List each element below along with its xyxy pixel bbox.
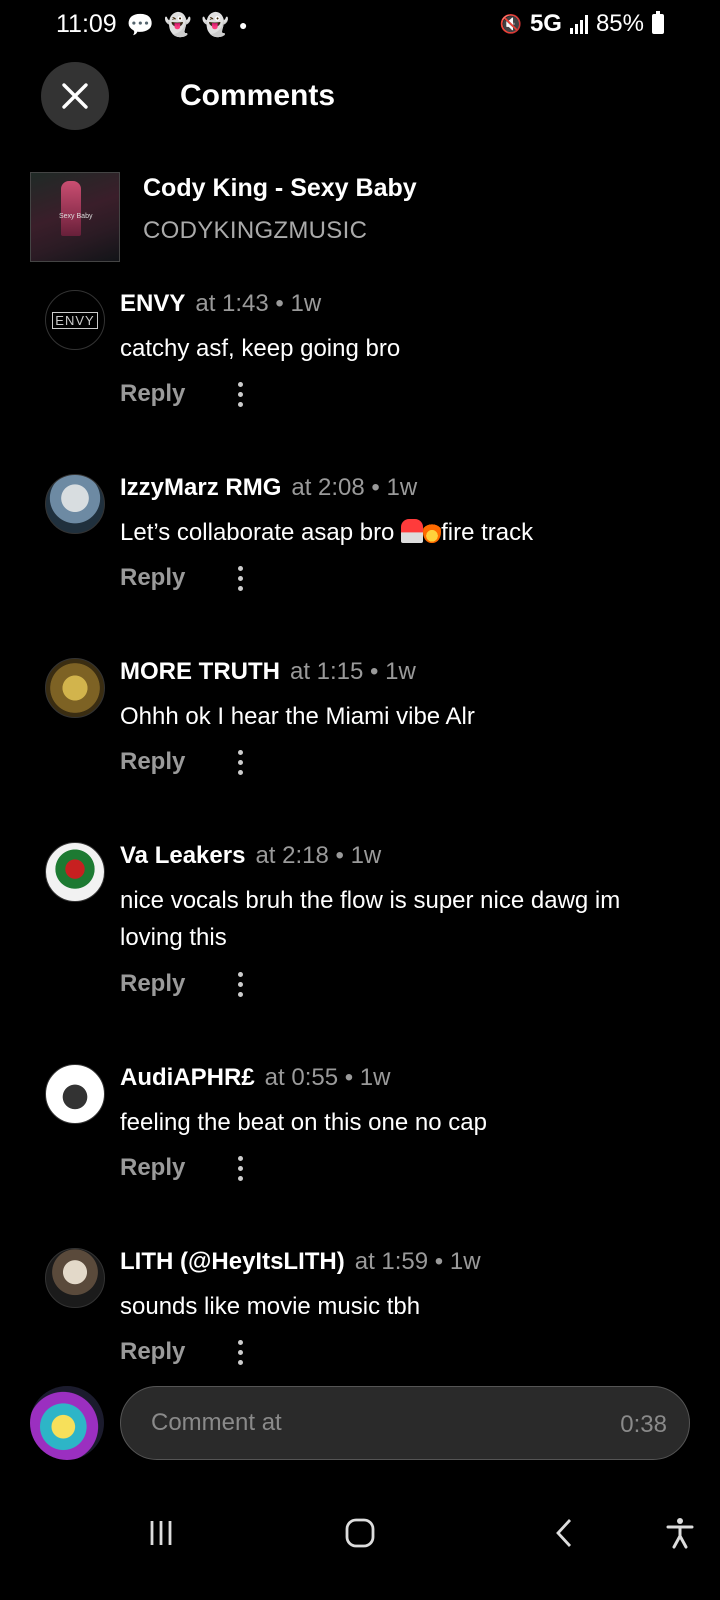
status-bar: 11:09 💬 👻 👻 ● 🔇 5G 85%	[0, 0, 720, 52]
comment-username[interactable]: IzzyMarz RMG	[120, 474, 281, 501]
comment-meta: at 1:43 • 1w	[195, 290, 322, 317]
comment-meta: at 1:59 • 1w	[354, 1248, 481, 1275]
comment-header: IzzyMarz RMG at 2:08 • 1w	[120, 474, 417, 502]
comment-header: ENVY at 1:43 • 1w	[120, 290, 321, 318]
message-icon: 💬	[126, 11, 155, 37]
more-options-icon[interactable]	[225, 742, 255, 782]
navigation-bar	[0, 1496, 720, 1566]
comment-item: ENVY ENVY at 1:43 • 1w catchy asf, keep g…	[0, 290, 720, 474]
comment-item: AudiAPHR£ at 0:55 • 1w feeling the beat o…	[0, 1064, 720, 1248]
comment-actions: Reply	[120, 374, 255, 414]
comment-composer: Comment at 0:38	[0, 1386, 720, 1476]
more-options-icon[interactable]	[225, 1148, 255, 1188]
more-options-icon[interactable]	[225, 558, 255, 598]
comment-text: feeling the beat on this one no cap	[120, 1109, 487, 1136]
artwork-figure	[61, 181, 81, 236]
avatar[interactable]	[45, 658, 105, 718]
fire-emoji-icon	[423, 519, 442, 543]
recents-icon	[150, 1521, 172, 1545]
comment-username[interactable]: AudiAPHR£	[120, 1064, 255, 1091]
avatar[interactable]	[45, 1064, 105, 1124]
page-title: Comments	[180, 79, 336, 112]
comment-header: MORE TRUTH at 1:15 • 1w	[120, 658, 416, 686]
mute-icon: 🔇	[499, 14, 522, 34]
home-button[interactable]	[335, 1508, 385, 1558]
comment-username[interactable]: MORE TRUTH	[120, 658, 280, 685]
more-options-icon[interactable]	[225, 1332, 255, 1372]
avatar[interactable]	[30, 1386, 104, 1460]
reply-button[interactable]: Reply	[120, 748, 185, 776]
reply-button[interactable]: Reply	[120, 1154, 185, 1182]
comment-meta: at 1:15 • 1w	[289, 658, 416, 685]
status-left: 11:09 💬 👻 👻 ●	[56, 10, 247, 39]
comments-list[interactable]: ENVY ENVY at 1:43 • 1w catchy asf, keep g…	[0, 290, 720, 1376]
snapchat-icon: 👻	[201, 11, 229, 37]
track-artist[interactable]: CODYKINGZMUSIC	[143, 217, 367, 245]
comment-text: Ohhh ok I hear the Miami vibe Alr	[120, 703, 475, 730]
comment-username[interactable]: Va Leakers	[120, 842, 245, 869]
comment-actions: Reply	[120, 964, 255, 1004]
comment-text-start: Let’s collaborate asap bro	[120, 519, 402, 546]
comment-item: MORE TRUTH at 1:15 • 1w Ohhh ok I hear th…	[0, 658, 720, 842]
close-button[interactable]	[41, 62, 109, 130]
reply-button[interactable]: Reply	[120, 1338, 185, 1366]
comment-header: Va Leakers at 2:18 • 1w	[120, 842, 381, 870]
accessibility-button[interactable]	[655, 1508, 705, 1558]
comment-actions: Reply	[120, 558, 255, 598]
comment-item: Va Leakers at 2:18 • 1w nice vocals bruh …	[0, 842, 720, 1064]
comment-timestamp: 0:38	[620, 1411, 667, 1438]
more-options-icon[interactable]	[225, 374, 255, 414]
comment-text: sounds like movie music tbh	[120, 1293, 421, 1320]
artwork-text: Sexy Baby	[59, 213, 93, 220]
avatar[interactable]	[45, 1248, 105, 1308]
comment-header: LITH (@HeyItsLITH) at 1:59 • 1w	[120, 1248, 481, 1276]
comment-text: Let’s collaborate asap bro fire track	[120, 514, 680, 551]
comment-actions: Reply	[120, 742, 255, 782]
comment-item: LITH (@HeyItsLITH) at 1:59 • 1w sounds li…	[0, 1248, 720, 1376]
track-artwork: Sexy Baby	[30, 172, 120, 262]
status-right: 🔇 5G 85%	[500, 10, 664, 38]
comment-text: catchy asf, keep going bro	[120, 335, 401, 362]
comment-placeholder: Comment at	[151, 1409, 282, 1436]
track-info[interactable]: Sexy Baby Cody King - Sexy Baby CODYKING…	[30, 172, 690, 264]
reply-button[interactable]: Reply	[120, 970, 185, 998]
comment-text: nice vocals bruh the flow is super nice …	[120, 887, 621, 951]
back-icon	[556, 1519, 572, 1547]
comment-username[interactable]: LITH (@HeyItsLITH)	[120, 1248, 345, 1275]
reply-button[interactable]: Reply	[120, 380, 185, 408]
comment-input[interactable]: Comment at 0:38	[120, 1386, 690, 1460]
comment-meta: at 0:55 • 1w	[264, 1064, 391, 1091]
dot-icon: ●	[238, 16, 248, 33]
comment-actions: Reply	[120, 1148, 255, 1188]
track-title: Cody King - Sexy Baby	[143, 174, 417, 202]
battery-percent: 85%	[595, 10, 644, 37]
avatar[interactable]	[45, 842, 105, 902]
avatar[interactable]	[45, 474, 105, 534]
avatar[interactable]: ENVY	[45, 290, 105, 350]
comment-username[interactable]: ENVY	[120, 290, 185, 317]
signal-icon	[569, 14, 588, 34]
comment-header: AudiAPHR£ at 0:55 • 1w	[120, 1064, 390, 1092]
recents-button[interactable]	[136, 1508, 186, 1558]
battery-icon	[652, 11, 664, 34]
accessibility-icon	[666, 1518, 694, 1549]
close-icon	[62, 83, 88, 109]
comment-actions: Reply	[120, 1332, 255, 1372]
more-options-icon[interactable]	[225, 964, 255, 1004]
comment-meta: at 2:18 • 1w	[255, 842, 382, 869]
status-time: 11:09	[56, 10, 117, 38]
comment-meta: at 2:08 • 1w	[291, 474, 418, 501]
network-label: 5G	[529, 10, 562, 37]
comment-text-end: fire track	[441, 519, 534, 546]
home-icon	[345, 1518, 375, 1548]
back-button[interactable]	[540, 1508, 590, 1558]
reply-button[interactable]: Reply	[120, 564, 185, 592]
siren-emoji-icon	[401, 519, 424, 543]
snapchat-icon: 👻	[164, 11, 192, 37]
header: Comments	[0, 62, 720, 132]
comment-item: IzzyMarz RMG at 2:08 • 1w Let’s collabora…	[0, 474, 720, 658]
avatar-text: ENVY	[52, 311, 98, 329]
